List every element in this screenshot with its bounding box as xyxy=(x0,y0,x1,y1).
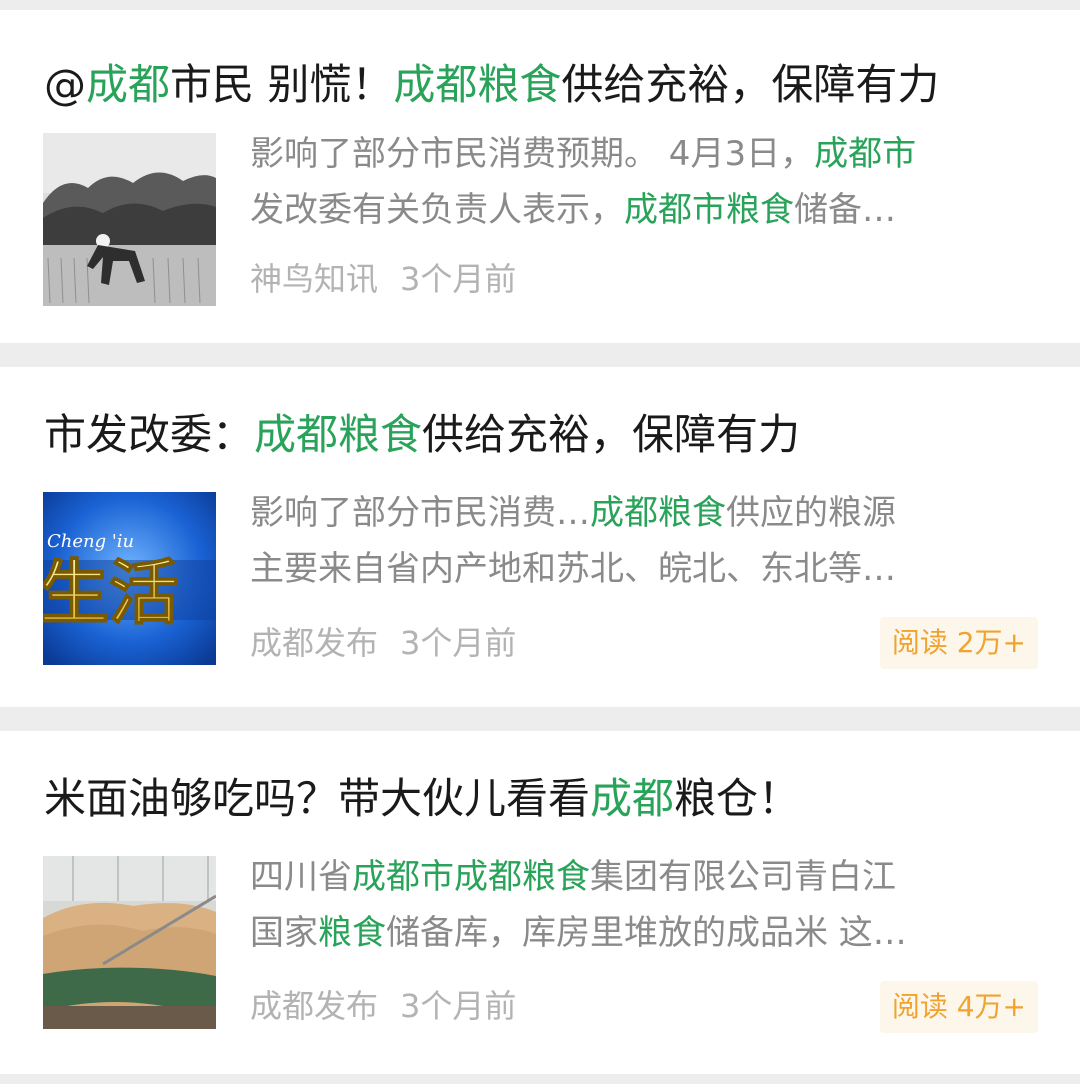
text-segment: 主要来自省内产地和苏北、皖北、东北等… xyxy=(250,549,896,589)
text-segment: 市发改委： xyxy=(44,410,255,459)
article-meta: 成都发布 3个月前 xyxy=(250,621,516,665)
article-time: 3个月前 xyxy=(400,987,517,1025)
keyword-highlight: 成都市粮食 xyxy=(624,190,794,230)
article-card[interactable]: @成都市民 别慌！成都粮食供给充裕，保障有力 影响了部分市民消费预期。 4月3日 xyxy=(0,10,1080,343)
article-thumbnail[interactable]: Cheng 'iu 生活 xyxy=(43,492,216,665)
text-segment: 供给充裕，保障有力 xyxy=(422,410,801,459)
text-segment: 集团有限公司青白江 xyxy=(590,857,896,897)
article-thumbnail[interactable] xyxy=(43,133,216,306)
article-time: 3个月前 xyxy=(400,624,517,662)
text-segment: 国家 xyxy=(250,913,318,953)
text-segment: 储备… xyxy=(794,190,896,230)
article-title[interactable]: @成都市民 别慌！成都粮食供给充裕，保障有力 xyxy=(44,57,939,113)
keyword-highlight: 粮食 xyxy=(318,913,386,953)
article-snippet: 影响了部分市民消费预期。 4月3日，成都市 发改委有关负责人表示，成都市粮食储备… xyxy=(250,126,1040,238)
text-segment: 发改委有关负责人表示， xyxy=(250,190,624,230)
article-source: 神鸟知讯 xyxy=(250,260,379,298)
article-meta: 成都发布 3个月前 xyxy=(250,984,516,1028)
grain-warehouse-image xyxy=(43,856,216,1029)
snippet-line: 影响了部分市民消费预期。 4月3日，成都市 xyxy=(250,126,1040,182)
article-snippet: 影响了部分市民消费…成都粮食供应的粮源 主要来自省内产地和苏北、皖北、东北等… xyxy=(250,485,1040,597)
snippet-line: 影响了部分市民消费…成都粮食供应的粮源 xyxy=(250,485,1040,541)
text-segment: 米面油够吃吗？带大伙儿看看 xyxy=(44,774,591,823)
article-thumbnail[interactable] xyxy=(43,856,216,1029)
article-source: 成都发布 xyxy=(250,624,379,662)
thumbnail-caption: Cheng 'iu xyxy=(47,531,134,552)
text-segment: 四川省 xyxy=(250,857,352,897)
text-segment: 粮仓！ xyxy=(674,774,801,823)
text-segment: 储备库，库房里堆放的成品米 这… xyxy=(386,913,907,953)
keyword-highlight: 成都 xyxy=(86,60,171,109)
text-segment: 市民 别慌！ xyxy=(170,60,394,109)
keyword-highlight: 成都粮食 xyxy=(254,410,423,459)
article-card[interactable]: 米面油够吃吗？带大伙儿看看成都粮仓！ 四川省成都市成都粮食集团有限公司青白江 国… xyxy=(0,731,1080,1074)
snippet-line: 国家粮食储备库，库房里堆放的成品米 这… xyxy=(250,905,1040,961)
text-segment: 影响了部分市民消费预期。 4月3日， xyxy=(250,134,815,174)
article-meta: 神鸟知讯 3个月前 xyxy=(250,257,516,301)
keyword-highlight: 成都市成都粮食 xyxy=(352,857,590,897)
snippet-line: 发改委有关负责人表示，成都市粮食储备… xyxy=(250,182,1040,238)
text-segment: 影响了部分市民消费… xyxy=(250,493,590,533)
article-title[interactable]: 米面油够吃吗？带大伙儿看看成都粮仓！ xyxy=(44,771,800,827)
keyword-highlight: 成都粮食 xyxy=(393,60,562,109)
read-count-badge: 阅读 2万+ xyxy=(879,617,1038,669)
keyword-highlight: 成都市 xyxy=(814,134,917,174)
text-segment: 供应的粮源 xyxy=(726,493,896,533)
article-title[interactable]: 市发改委：成都粮食供给充裕，保障有力 xyxy=(44,407,800,463)
snippet-line: 主要来自省内产地和苏北、皖北、东北等… xyxy=(250,541,1040,597)
farmer-in-rice-field-image xyxy=(43,133,216,306)
text-segment: @ xyxy=(44,60,86,109)
snippet-line: 四川省成都市成都粮食集团有限公司青白江 xyxy=(250,849,1040,905)
keyword-highlight: 成都 xyxy=(590,774,675,823)
read-count-badge: 阅读 4万+ xyxy=(879,981,1038,1033)
keyword-highlight: 成都粮食 xyxy=(590,493,726,533)
article-source: 成都发布 xyxy=(250,987,379,1025)
article-snippet: 四川省成都市成都粮食集团有限公司青白江 国家粮食储备库，库房里堆放的成品米 这… xyxy=(250,849,1040,961)
thumbnail-big-text: 生活 xyxy=(43,552,179,634)
tv-program-life-logo-image: Cheng 'iu 生活 xyxy=(43,492,216,665)
article-time: 3个月前 xyxy=(400,260,517,298)
news-feed: @成都市民 别慌！成都粮食供给充裕，保障有力 影响了部分市民消费预期。 4月3日 xyxy=(0,0,1080,1084)
article-card[interactable]: 市发改委：成都粮食供给充裕，保障有力 Cheng 'iu 生活 影响了部分市民消… xyxy=(0,367,1080,707)
text-segment: 供给充裕，保障有力 xyxy=(561,60,940,109)
